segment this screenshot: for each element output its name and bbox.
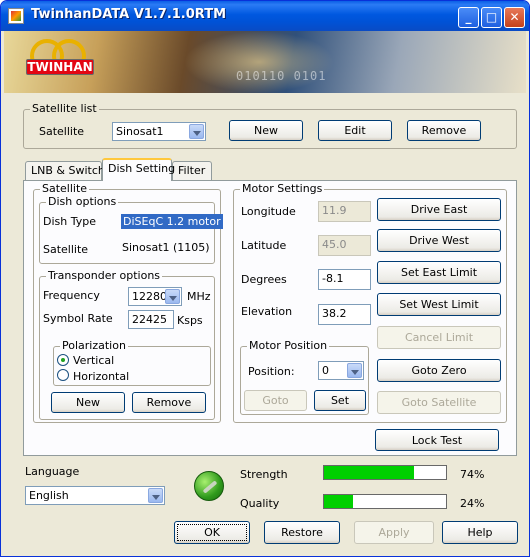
strength-bar [323, 465, 447, 480]
language-select[interactable]: English [25, 486, 165, 505]
transponder-remove-button[interactable]: Remove [132, 392, 206, 413]
frequency-label: Frequency [43, 289, 100, 302]
dish-type-label: Dish Type [43, 215, 96, 228]
strength-bar-fill [324, 466, 415, 479]
twinhan-logo: TWINHAN [26, 39, 94, 83]
chevron-down-icon[interactable] [165, 289, 180, 304]
help-button[interactable]: Help [442, 521, 518, 544]
set-east-limit-button[interactable]: Set East Limit [377, 261, 501, 284]
satellite-new-button[interactable]: New [229, 120, 303, 141]
degrees-label: Degrees [241, 273, 287, 286]
polarization-label: Polarization [60, 339, 128, 352]
latitude-field: 45.0 [318, 235, 371, 256]
goto-zero-button[interactable]: Goto Zero [377, 359, 501, 382]
tab-filter[interactable]: Filter [172, 161, 212, 180]
motor-settings-label: Motor Settings [240, 182, 325, 195]
satellite-signal-icon [194, 471, 224, 501]
apply-button[interactable]: Apply [354, 521, 434, 544]
dish-satellite-value: Sinosat1 (1105) [122, 241, 210, 254]
drive-west-button[interactable]: Drive West [377, 229, 501, 252]
quality-percent: 24% [460, 497, 485, 510]
set-west-limit-button[interactable]: Set West Limit [377, 293, 501, 316]
dish-type-value: DiSEqC 1.2 motor [121, 214, 223, 229]
transponder-new-button[interactable]: New [51, 392, 125, 413]
polarization-vertical-label: Vertical [73, 354, 115, 367]
position-set-button[interactable]: Set [314, 390, 366, 411]
title-bar[interactable]: TwinhanDATA V1.7.1.0RTM _ □ ✕ [1, 1, 529, 31]
chevron-down-icon[interactable] [347, 363, 362, 378]
position-select[interactable]: 0 [318, 361, 364, 380]
polarization-horizontal-label: Horizontal [73, 370, 130, 383]
longitude-field: 11.9 [318, 201, 371, 222]
maximize-button[interactable]: □ [481, 7, 502, 28]
quality-bar-fill [324, 495, 354, 508]
drive-east-button[interactable]: Drive East [377, 198, 501, 221]
dish-options-label: Dish options [46, 195, 119, 208]
quality-bar [323, 494, 447, 509]
satellite-group-label: Satellite [40, 182, 90, 195]
tab-lnb-switch[interactable]: LNB & Switch [25, 161, 105, 180]
satellite-remove-button[interactable]: Remove [407, 120, 481, 141]
chevron-down-icon[interactable] [189, 124, 204, 139]
frequency-select[interactable]: 12280 [128, 287, 182, 306]
dish-satellite-label: Satellite [43, 243, 89, 256]
longitude-label: Longitude [241, 205, 296, 218]
symbol-rate-unit: Ksps [177, 314, 203, 327]
banner-binary-text: 010110 0101 [236, 69, 327, 83]
satellite-label: Satellite [39, 125, 85, 138]
elevation-label: Elevation [241, 305, 293, 318]
banner-image: 010110 0101 TWINHAN [4, 31, 526, 93]
language-label: Language [25, 465, 80, 478]
chevron-down-icon[interactable] [148, 488, 163, 503]
symbol-rate-label: Symbol Rate [43, 312, 113, 325]
close-button[interactable]: ✕ [504, 7, 525, 28]
minimize-button[interactable]: _ [458, 7, 479, 28]
satellite-list-label: Satellite list [30, 102, 99, 115]
main-window: TwinhanDATA V1.7.1.0RTM _ □ ✕ 010110 010… [0, 0, 530, 557]
degrees-field[interactable]: -8.1 [318, 269, 371, 290]
window-title: TwinhanDATA V1.7.1.0RTM [31, 7, 227, 22]
symbol-rate-input[interactable]: 22425 [128, 310, 174, 329]
position-goto-button[interactable]: Goto [244, 390, 307, 411]
logo-text: TWINHAN [27, 60, 93, 74]
transponder-options-label: Transponder options [46, 269, 163, 282]
strength-label: Strength [240, 468, 288, 481]
polarization-horizontal-radio[interactable] [57, 369, 69, 381]
elevation-field[interactable]: 38.2 [318, 304, 371, 325]
motor-position-label: Motor Position [247, 339, 330, 352]
position-label: Position: [248, 365, 295, 378]
satellite-select[interactable]: Sinosat1 [112, 122, 206, 141]
ok-button[interactable]: OK [174, 521, 250, 544]
latitude-label: Latitude [241, 239, 287, 252]
quality-label: Quality [240, 497, 280, 510]
tab-dish-setting[interactable]: Dish Setting [102, 158, 175, 181]
strength-percent: 74% [460, 468, 485, 481]
polarization-vertical-radio[interactable] [57, 354, 69, 366]
restore-button[interactable]: Restore [264, 521, 340, 544]
app-icon[interactable] [8, 8, 24, 24]
frequency-unit: MHz [187, 290, 211, 303]
goto-satellite-button[interactable]: Goto Satellite [377, 391, 501, 414]
lock-test-button[interactable]: Lock Test [375, 429, 499, 451]
satellite-edit-button[interactable]: Edit [318, 120, 392, 141]
cancel-limit-button[interactable]: Cancel Limit [377, 326, 501, 349]
